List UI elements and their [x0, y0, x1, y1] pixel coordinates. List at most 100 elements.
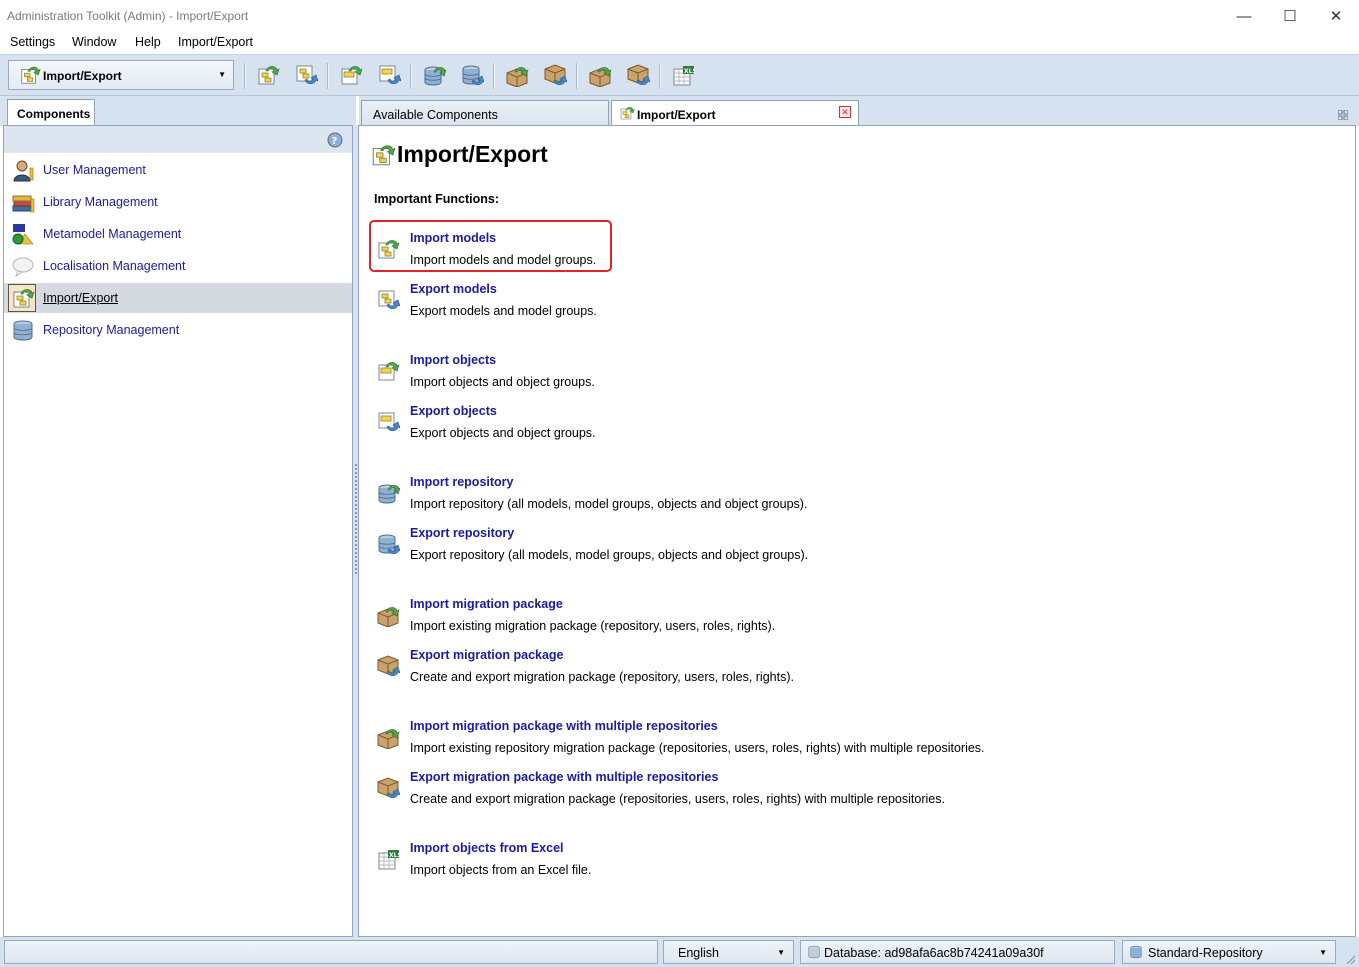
export-repository-icon — [378, 534, 400, 555]
menu-settings[interactable]: Settings — [10, 35, 55, 49]
import-export-icon — [372, 145, 396, 166]
function-link[interactable]: Import repository — [410, 475, 514, 489]
function-export-objects[interactable]: Export objects Export objects and object… — [369, 402, 1069, 448]
database-icon — [808, 945, 820, 959]
function-export-models[interactable]: Export models Export models and model gr… — [369, 280, 1069, 326]
repository-selector[interactable]: Standard-Repository ▼ — [1122, 940, 1336, 964]
function-link[interactable]: Import migration package — [410, 597, 563, 611]
function-import-objects-excel[interactable]: Import objects from Excel Import objects… — [369, 839, 1069, 885]
import-excel-icon — [378, 849, 400, 870]
help-icon[interactable]: ? — [327, 132, 343, 148]
function-description: Export models and model groups. — [410, 304, 597, 318]
chevron-down-icon: ▼ — [777, 948, 785, 957]
component-selector[interactable]: Import/Export ▼ — [8, 60, 234, 90]
toolbar-separator — [493, 63, 495, 89]
toolbar-separator — [659, 63, 661, 89]
import-migration-package-icon[interactable] — [505, 63, 529, 87]
function-description: Import objects and object groups. — [410, 375, 595, 389]
chevron-down-icon: ▼ — [1319, 948, 1327, 957]
window-title: Administration Toolkit (Admin) - Import/… — [7, 9, 249, 23]
import-export-icon — [620, 106, 635, 120]
function-link[interactable]: Import migration package with multiple r… — [410, 719, 718, 733]
database-status: Database: ad98afa6ac8b74241a09a30f — [800, 940, 1115, 964]
close-button[interactable]: ✕ — [1313, 0, 1359, 32]
function-link[interactable]: Export repository — [410, 526, 514, 540]
function-export-multi-repo-package[interactable]: Export migration package with multiple r… — [369, 768, 1069, 814]
tab-label: Available Components — [373, 108, 498, 122]
function-import-migration-package[interactable]: Import migration package Import existing… — [369, 595, 1069, 641]
function-description: Export objects and object groups. — [410, 426, 596, 440]
status-message-area — [4, 940, 658, 964]
tab-components-label: Components — [17, 107, 91, 121]
menu-bar: Settings Window Help Import/Export — [0, 32, 1359, 54]
title-bar: Administration Toolkit (Admin) - Import/… — [0, 0, 1359, 32]
left-tab-strip: Components — [0, 96, 356, 126]
function-import-repository[interactable]: Import repository Import repository (all… — [369, 473, 1069, 519]
tab-available-components[interactable]: Available Components — [361, 100, 609, 126]
toolbar-separator — [576, 63, 578, 89]
sidebar-item-label: Library Management — [43, 195, 158, 209]
resize-grip-icon[interactable] — [1344, 953, 1356, 965]
toolbar-separator — [244, 63, 246, 89]
toolbar-separator — [327, 63, 329, 89]
minimize-button[interactable]: — — [1221, 0, 1267, 32]
function-export-migration-package[interactable]: Export migration package Create and expo… — [369, 646, 1069, 692]
sidebar-item-localisation-management[interactable]: Localisation Management — [4, 251, 352, 281]
chevron-down-icon: ▼ — [218, 70, 226, 79]
menu-window[interactable]: Window — [72, 35, 116, 49]
export-migration-package-icon[interactable] — [543, 63, 567, 87]
repository-icon — [1130, 945, 1142, 959]
sidebar-item-repository-management[interactable]: Repository Management — [4, 315, 352, 345]
language-selector[interactable]: English ▼ — [663, 940, 794, 964]
function-link[interactable]: Import objects from Excel — [410, 841, 564, 855]
tab-import-export[interactable]: Import/Export ✕ — [611, 100, 859, 126]
sidebar-item-library-management[interactable]: Library Management — [4, 187, 352, 217]
import-repository-icon[interactable] — [422, 63, 446, 87]
function-import-multi-repo-package[interactable]: Import migration package with multiple r… — [369, 717, 1069, 763]
maximize-button[interactable]: ☐ — [1267, 0, 1313, 32]
function-description: Import repository (all models, model gro… — [410, 497, 808, 511]
highlight-box — [369, 220, 612, 272]
function-description: Import existing migration package (repos… — [410, 619, 776, 633]
export-models-icon[interactable] — [294, 63, 318, 87]
toolbar: Import/Export ▼ — [0, 54, 1359, 96]
function-description: Import existing repository migration pac… — [410, 741, 985, 755]
import-models-icon[interactable] — [256, 63, 280, 87]
function-description: Import objects from an Excel file. — [410, 863, 592, 877]
import-export-icon — [21, 66, 41, 84]
components-panel: ? User Management Library Management Met… — [3, 125, 353, 937]
function-link[interactable]: Export migration package — [410, 648, 564, 662]
component-selector-value: Import/Export — [43, 69, 122, 83]
sidebar-item-label: User Management — [43, 163, 146, 177]
function-description: Create and export migration package (rep… — [410, 792, 945, 806]
import-excel-icon[interactable] — [671, 63, 695, 87]
menu-import-export[interactable]: Import/Export — [178, 35, 253, 49]
tab-components[interactable]: Components — [7, 99, 95, 126]
import-migration-package-icon — [377, 606, 400, 627]
export-objects-icon[interactable] — [377, 63, 401, 87]
user-icon — [13, 160, 34, 182]
repository-icon — [13, 320, 33, 341]
sidebar-item-label: Import/Export — [43, 291, 119, 305]
sidebar-item-metamodel-management[interactable]: Metamodel Management — [4, 219, 352, 249]
sidebar-item-user-management[interactable]: User Management — [4, 155, 352, 185]
sidebar-item-import-export[interactable]: Import/Export — [4, 283, 352, 313]
export-repository-icon[interactable] — [460, 63, 484, 87]
close-tab-icon[interactable]: ✕ — [839, 106, 851, 118]
function-export-repository[interactable]: Export repository Export repository (all… — [369, 524, 1069, 570]
language-value: English — [678, 946, 719, 960]
import-multi-repo-package-icon[interactable] — [588, 63, 612, 87]
function-link[interactable]: Export migration package with multiple r… — [410, 770, 718, 784]
export-multi-repo-package-icon[interactable] — [626, 63, 650, 87]
menu-help[interactable]: Help — [135, 35, 161, 49]
section-heading: Important Functions: — [374, 192, 499, 206]
export-migration-package-icon — [377, 655, 400, 677]
function-import-objects[interactable]: Import objects Import objects and object… — [369, 351, 1069, 397]
help-strip: ? — [4, 126, 352, 153]
tab-list-icon[interactable] — [1338, 110, 1348, 120]
function-link[interactable]: Export objects — [410, 404, 497, 418]
import-objects-icon[interactable] — [339, 63, 363, 87]
function-link[interactable]: Export models — [410, 282, 497, 296]
tab-label: Import/Export — [637, 108, 716, 122]
function-link[interactable]: Import objects — [410, 353, 496, 367]
